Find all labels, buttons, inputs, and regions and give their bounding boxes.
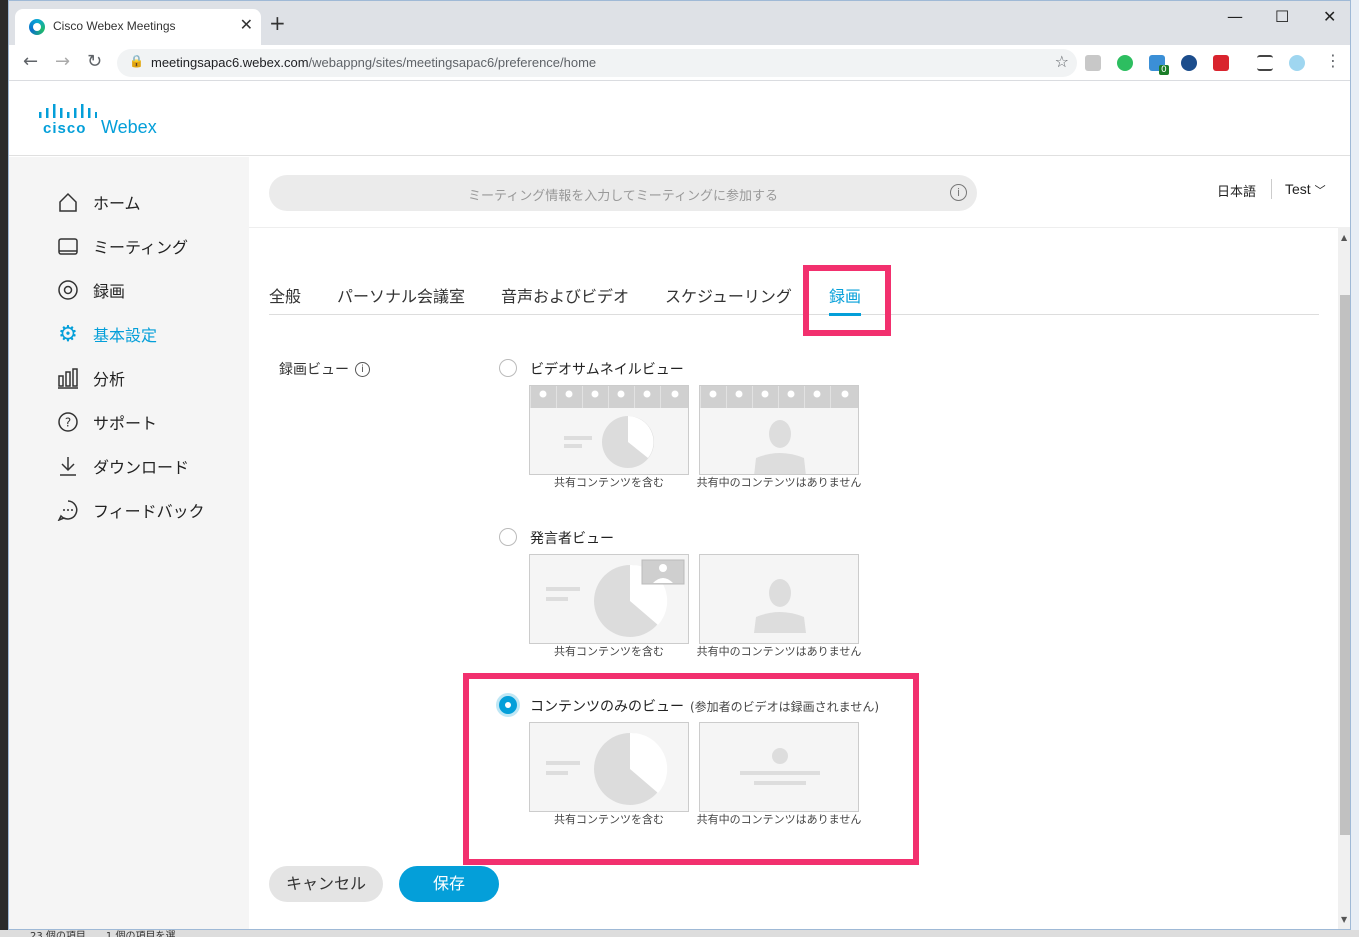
sidebar: ホーム ミーティング 録画 ⚙ 基本設定 分析 ? サポート ダウンロード フィ…	[9, 157, 249, 929]
new-tab-icon[interactable]: +	[269, 13, 286, 33]
preview-with-content	[529, 385, 689, 475]
scroll-thumb[interactable]	[1340, 295, 1350, 835]
sidebar-item-label: サポート	[93, 414, 158, 433]
sidebar-item-feedback[interactable]: フィードバック	[57, 496, 205, 524]
cisco-logo-icon	[39, 104, 97, 118]
tab-strip: Cisco Webex Meetings ✕ + — ☐ ✕	[9, 1, 1350, 45]
sidebar-item-recordings[interactable]: 録画	[57, 276, 125, 304]
tab-audio-video[interactable]: 音声およびビデオ	[501, 283, 629, 307]
extension-icon[interactable]	[1289, 55, 1305, 71]
scroll-up-icon[interactable]: ▲	[1341, 233, 1347, 242]
close-tab-icon[interactable]: ✕	[240, 15, 253, 34]
sidebar-item-label: 録画	[93, 282, 126, 301]
extension-icon[interactable]	[1181, 55, 1197, 71]
divider	[1271, 179, 1272, 199]
menu-kebab-icon[interactable]: ⋮	[1325, 51, 1341, 70]
divider	[249, 227, 1338, 228]
chevron-down-icon: ﹀	[1314, 185, 1326, 197]
extension-badge: 0	[1159, 65, 1169, 75]
brand-bar: cisco Webex	[9, 82, 1350, 156]
radio-active-speaker[interactable]	[499, 528, 517, 546]
pdf-extension-icon[interactable]	[1085, 55, 1101, 71]
browser-toolbar: ← → ↻ 🔒 meetingsapac6.webex.com/webappng…	[9, 45, 1350, 81]
main-content: ミーティング情報を入力してミーティングに参加する i 日本語 Test ﹀ 全般…	[249, 157, 1350, 929]
preferences-tabs: 全般 パーソナル会議室 音声およびビデオ スケジューリング 録画	[269, 267, 1319, 316]
sidebar-item-label: 分析	[93, 370, 126, 389]
info-icon[interactable]: i	[355, 361, 370, 377]
browser-tab[interactable]: Cisco Webex Meetings ✕	[15, 9, 261, 45]
sidebar-item-analytics[interactable]: 分析	[57, 364, 125, 392]
recording-view-label: 録画ビュー i	[279, 359, 370, 379]
media-control-icon[interactable]	[1257, 55, 1273, 71]
analytics-icon	[57, 367, 79, 389]
feedback-icon	[57, 499, 79, 521]
sidebar-item-label: ダウンロード	[93, 458, 190, 477]
back-icon[interactable]: ←	[23, 51, 38, 72]
help-icon: ?	[57, 411, 79, 433]
preview-without-content	[699, 385, 859, 475]
option-label: 発言者ビュー	[530, 531, 614, 547]
svg-text:?: ?	[65, 416, 71, 430]
cancel-button[interactable]: キャンセル	[269, 866, 383, 902]
sidebar-item-label: フィードバック	[93, 502, 205, 521]
bookmark-star-icon[interactable]: ☆	[1055, 52, 1069, 71]
sidebar-item-meetings[interactable]: ミーティング	[57, 232, 188, 260]
webex-favicon-icon	[29, 19, 45, 35]
address-bar[interactable]: 🔒 meetingsapac6.webex.com/webappng/sites…	[117, 49, 1077, 77]
tab-general[interactable]: 全般	[269, 283, 301, 307]
language-selector[interactable]: 日本語	[1217, 181, 1256, 200]
preview-with-content	[529, 554, 689, 644]
sidebar-item-label: 基本設定	[93, 326, 158, 345]
meetings-icon	[57, 235, 79, 257]
download-icon	[57, 455, 79, 477]
home-icon	[57, 191, 79, 213]
caption-with-content: 共有コンテンツを含む	[554, 645, 664, 658]
tab-title: Cisco Webex Meetings	[53, 19, 176, 33]
user-menu[interactable]: Test ﹀	[1285, 181, 1326, 198]
sidebar-item-home[interactable]: ホーム	[57, 188, 141, 216]
search-placeholder: ミーティング情報を入力してミーティングに参加する	[467, 189, 779, 204]
background-window	[1351, 0, 1359, 937]
highlight-box	[803, 265, 891, 336]
gear-icon: ⚙	[58, 321, 78, 347]
forward-icon[interactable]: →	[55, 51, 70, 72]
caption-without-content: 共有中のコンテンツはありません	[696, 476, 862, 489]
option-label: ビデオサムネイルビュー	[530, 362, 684, 378]
scrollbar[interactable]: ▲ ▼	[1338, 227, 1350, 929]
scroll-down-icon[interactable]: ▼	[1341, 915, 1347, 924]
highlight-box	[463, 673, 919, 865]
join-meeting-search-input[interactable]: ミーティング情報を入力してミーティングに参加する i	[269, 175, 977, 211]
cisco-wordmark: cisco	[43, 120, 87, 137]
maximize-icon[interactable]: ☐	[1275, 7, 1289, 26]
url-text[interactable]: meetingsapac6.webex.com/webappng/sites/m…	[151, 55, 596, 70]
evernote-extension-icon[interactable]	[1117, 55, 1133, 71]
extension-icon[interactable]	[1213, 55, 1229, 71]
lock-icon: 🔒	[129, 54, 144, 68]
sidebar-item-preferences[interactable]: ⚙ 基本設定	[57, 320, 157, 348]
background-window	[0, 930, 1359, 937]
browser-window: Cisco Webex Meetings ✕ + — ☐ ✕ ← → ↻ 🔒 m…	[8, 0, 1351, 930]
save-button[interactable]: 保存	[399, 866, 499, 902]
caption-with-content: 共有コンテンツを含む	[554, 476, 664, 489]
caption-without-content: 共有中のコンテンツはありません	[696, 645, 862, 658]
sidebar-item-support[interactable]: ? サポート	[57, 408, 157, 436]
recording-icon	[57, 279, 79, 301]
radio-video-thumbnail[interactable]	[499, 359, 517, 377]
explorer-status-text: 23 個の項目 1 個の項目を選	[30, 931, 176, 937]
reload-icon[interactable]: ↻	[87, 51, 102, 72]
preview-without-content	[699, 554, 859, 644]
minimize-icon[interactable]: —	[1227, 7, 1243, 26]
tab-personal-room[interactable]: パーソナル会議室	[337, 283, 465, 307]
sidebar-item-downloads[interactable]: ダウンロード	[57, 452, 189, 480]
sidebar-item-label: ホーム	[93, 194, 141, 213]
tab-scheduling[interactable]: スケジューリング	[665, 283, 792, 307]
sidebar-item-label: ミーティング	[93, 238, 189, 257]
webex-wordmark: Webex	[101, 117, 157, 137]
info-icon[interactable]: i	[950, 184, 967, 201]
close-window-icon[interactable]: ✕	[1323, 7, 1336, 26]
